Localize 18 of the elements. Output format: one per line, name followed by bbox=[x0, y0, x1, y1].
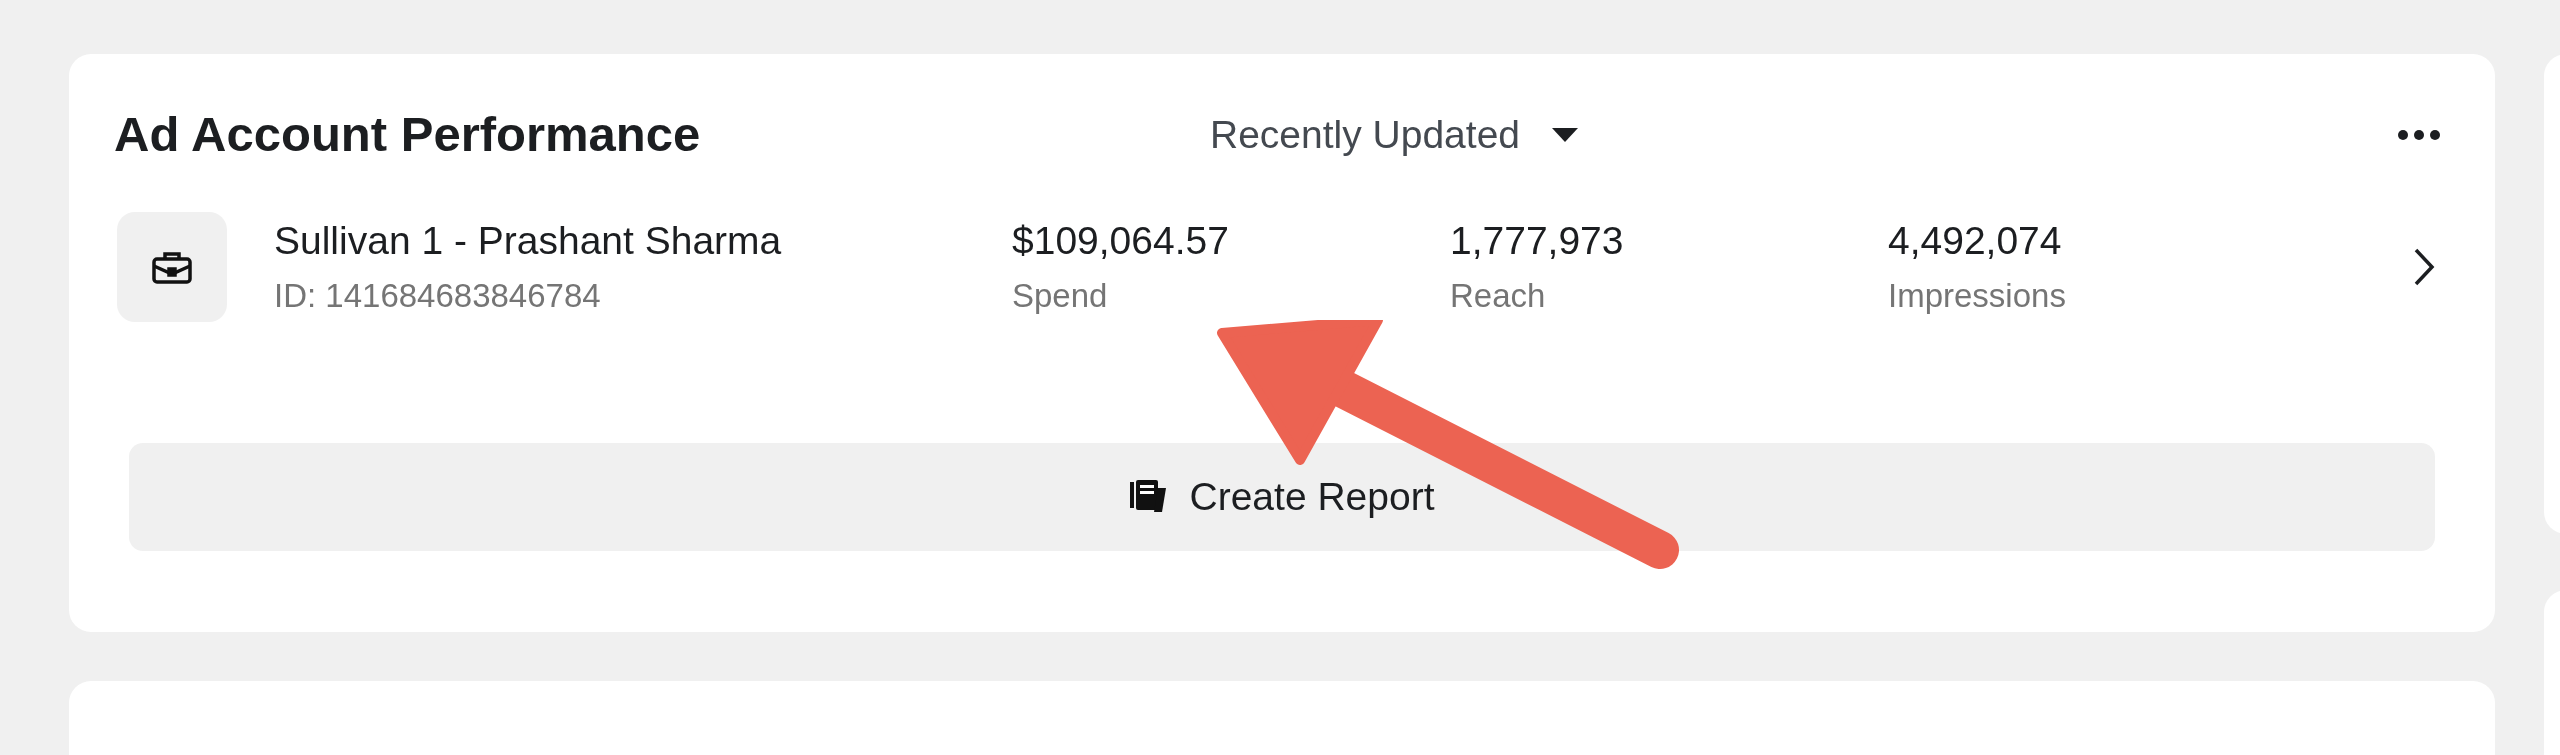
metric-label: Spend bbox=[1012, 276, 1108, 316]
account-id: ID: 141684683846784 bbox=[274, 276, 602, 316]
metric-label: Reach bbox=[1450, 276, 1546, 316]
more-button[interactable] bbox=[2397, 129, 2441, 141]
chevron-right-icon[interactable] bbox=[2413, 247, 2435, 287]
report-icon bbox=[1129, 480, 1168, 514]
caret-icon bbox=[1550, 126, 1581, 144]
account-row[interactable]: Sullivan 1 - Prashant Sharma ID: 141684683846784 $109,064.57 Spend 1,777,973 Reach 4,492,074 Impressions bbox=[114, 212, 2435, 322]
account-name: Sullivan 1 - Prashant Sharma bbox=[274, 218, 783, 264]
sort-dropdown[interactable]: Recently Updated bbox=[1210, 105, 1581, 165]
more-icon bbox=[2397, 129, 2441, 141]
metric-value: 4,492,074 bbox=[1888, 218, 2062, 264]
metric-value: 1,777,973 bbox=[1450, 218, 1624, 264]
create-report-button[interactable]: Create Report bbox=[129, 443, 2435, 551]
briefcase-icon bbox=[117, 212, 227, 322]
metric-value: $109,064.57 bbox=[1012, 218, 1229, 264]
card-title: Ad Account Performance bbox=[114, 106, 702, 164]
metric-label: Impressions bbox=[1888, 276, 2066, 316]
